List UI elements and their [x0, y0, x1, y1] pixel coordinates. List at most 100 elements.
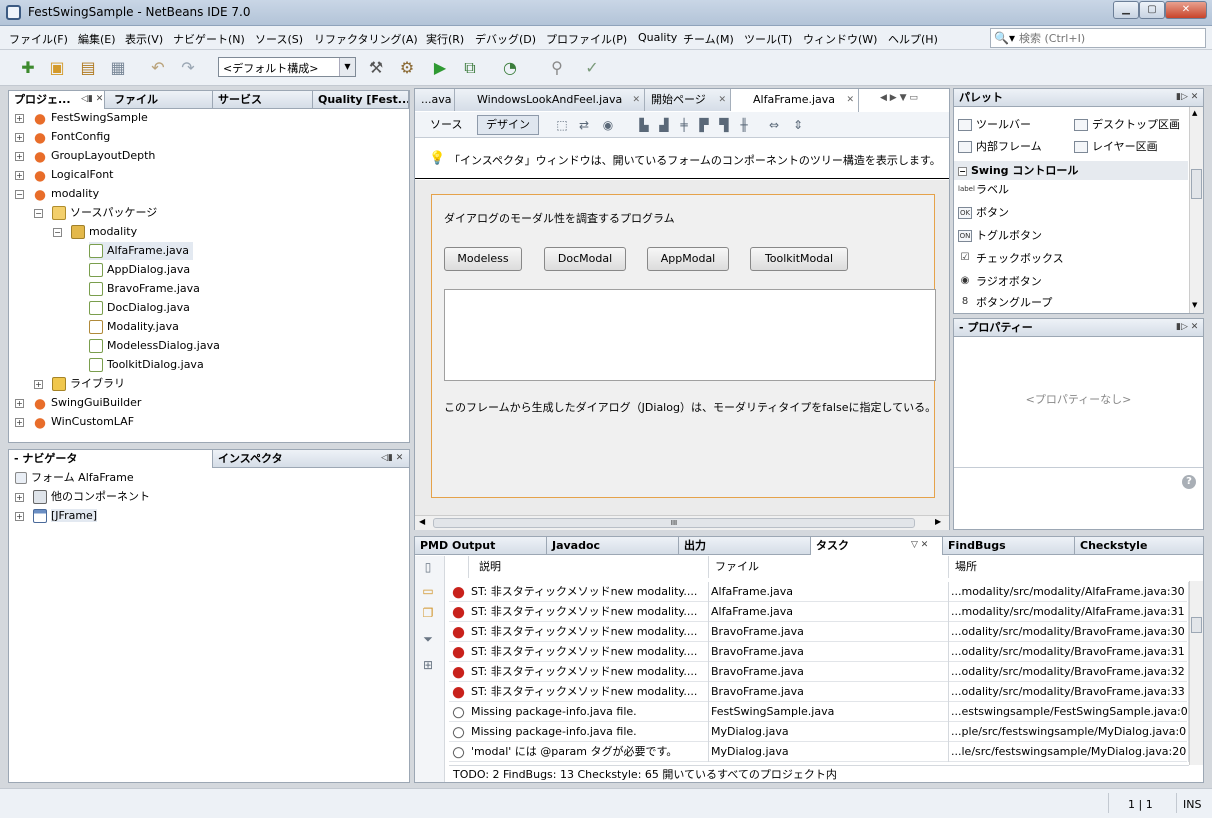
- run-icon[interactable]: ▶: [428, 56, 452, 80]
- minimize-icon[interactable]: ▮▷ ✕: [1176, 92, 1198, 102]
- tree-item-festswingsample[interactable]: + FestSwingSample: [15, 109, 148, 127]
- editor-tab-windowslookandfeel[interactable]: WindowsLookAndFeel.java ✕: [455, 89, 645, 111]
- scroll-down-icon[interactable]: ▼: [1192, 301, 1197, 309]
- folders-icon[interactable]: ❐: [419, 606, 437, 622]
- nav-jframe[interactable]: + [JFrame]: [15, 507, 98, 525]
- undo-icon[interactable]: ↶: [146, 56, 170, 80]
- connection-mode-icon[interactable]: ⇄: [575, 116, 593, 134]
- table-row[interactable]: Missing package-info.java file. FestSwing…: [449, 702, 1189, 722]
- document-icon[interactable]: ▯: [419, 560, 437, 576]
- save-all-icon[interactable]: ▦: [106, 56, 130, 80]
- editor-tab-start-page[interactable]: 開始ページ ✕: [645, 89, 731, 111]
- tree-item-grouplayoutdepth[interactable]: + GroupLayoutDepth: [15, 147, 155, 165]
- source-mode-button[interactable]: ソース: [421, 115, 471, 135]
- tree-item-wincustomlaf[interactable]: + WinCustomLAF: [15, 413, 134, 431]
- tree-item-modality[interactable]: − modality: [15, 185, 99, 203]
- nav-form-alfaframe[interactable]: フォーム AlfaFrame: [15, 469, 134, 487]
- folder-filter-icon[interactable]: ▭: [419, 584, 437, 600]
- menu-view[interactable]: 表示(V): [125, 31, 163, 47]
- new-project-icon[interactable]: ▣: [45, 56, 69, 80]
- maximize-button[interactable]: ▢: [1139, 1, 1165, 19]
- group-by-icon[interactable]: ⊞: [419, 658, 437, 674]
- close-tab-icon[interactable]: ✕: [632, 89, 640, 111]
- scrollbar-thumb[interactable]: [1191, 169, 1202, 199]
- menu-quality[interactable]: Quality: [638, 31, 677, 44]
- minimize-icon[interactable]: ▮▷ ✕: [1176, 322, 1198, 332]
- tree-item-package-modality[interactable]: − modality: [53, 223, 137, 241]
- tree-item-appdialog[interactable]: AppDialog.java: [89, 261, 190, 279]
- menu-refactor[interactable]: リファクタリング(A): [314, 31, 418, 47]
- scrollbar-thumb[interactable]: [1191, 617, 1202, 633]
- scrollbar-thumb[interactable]: III: [433, 518, 915, 528]
- tree-item-alfaframe[interactable]: AlfaFrame.java: [89, 242, 194, 260]
- menu-edit[interactable]: 編集(E): [78, 31, 116, 47]
- align-left-icon[interactable]: ▙: [635, 116, 653, 134]
- build-hammer-icon[interactable]: ⚒: [364, 56, 388, 80]
- menu-help[interactable]: ヘルプ(H): [888, 31, 938, 47]
- palette-item-checkbox[interactable]: ☑ チェックボックス: [958, 249, 1064, 269]
- table-row[interactable]: Missing package-info.java file. MyDialog.…: [449, 722, 1189, 742]
- palette-item-button-group[interactable]: 8 ボタングループ: [958, 293, 1053, 313]
- filter-icon[interactable]: ⏷: [419, 632, 437, 648]
- tab-checkstyle[interactable]: Checkstyle: [1075, 537, 1203, 555]
- tab-quality[interactable]: Quality [Fest...: [313, 91, 409, 109]
- align-bottom-icon[interactable]: ▜: [715, 116, 733, 134]
- minimize-icon[interactable]: ◁▮ ✕: [81, 94, 103, 104]
- selection-mode-icon[interactable]: ⬚: [553, 116, 571, 134]
- table-header-description[interactable]: 説明: [469, 556, 709, 578]
- toolkitmodal-button[interactable]: ToolkitModal: [750, 247, 848, 271]
- menu-file[interactable]: ファイル(F): [9, 31, 68, 47]
- palette-item-desktop-pane[interactable]: デスクトップ区画: [1074, 115, 1180, 135]
- tab-pmd-output[interactable]: PMD Output: [415, 537, 547, 555]
- tab-files[interactable]: ファイル: [109, 91, 213, 109]
- tree-item-logicalfont[interactable]: + LogicalFont: [15, 166, 114, 184]
- palette-item-toolbar[interactable]: ツールバー: [958, 115, 1031, 135]
- palette-item-internal-frame[interactable]: 内部フレーム: [958, 137, 1042, 157]
- preview-icon[interactable]: ◉: [599, 116, 617, 134]
- menu-window[interactable]: ウィンドウ(W): [803, 31, 877, 47]
- scroll-up-icon[interactable]: ▲: [1192, 109, 1197, 117]
- menu-navigate[interactable]: ナビゲート(N): [173, 31, 245, 47]
- editor-tab-ava[interactable]: ...ava: [415, 89, 455, 111]
- table-row[interactable]: 'modal' には @param タグが必要です。 MyDialog.java.…: [449, 742, 1189, 762]
- menu-source[interactable]: ソース(S): [255, 31, 303, 47]
- palette-item-button[interactable]: OK ボタン: [958, 203, 1009, 223]
- resize-horizontal-icon[interactable]: ⇔: [765, 116, 783, 134]
- nav-other-components[interactable]: + 他のコンポーネント: [15, 488, 150, 506]
- menu-profile[interactable]: プロファイル(P): [546, 31, 627, 47]
- debug-icon[interactable]: ⧉: [458, 56, 482, 80]
- design-mode-button[interactable]: デザイン: [477, 115, 539, 135]
- open-project-icon[interactable]: ▤: [76, 56, 100, 80]
- appmodal-button[interactable]: AppModal: [647, 247, 729, 271]
- table-row[interactable]: ST: 非スタティックメソッドnew modality.... BravoFram…: [449, 662, 1189, 682]
- tab-services[interactable]: サービス: [213, 91, 313, 109]
- profile-icon[interactable]: ◔: [498, 56, 522, 80]
- clean-build-icon[interactable]: ⚙: [395, 56, 419, 80]
- tab-findbugs[interactable]: FindBugs: [943, 537, 1075, 555]
- redo-icon[interactable]: ↷: [176, 56, 200, 80]
- tree-item-fontconfig[interactable]: + FontConfig: [15, 128, 110, 146]
- palette-item-layered-pane[interactable]: レイヤー区画: [1074, 137, 1158, 157]
- table-row[interactable]: ST: 非スタティックメソッドnew modality.... AlfaFrame…: [449, 602, 1189, 622]
- table-row[interactable]: ST: 非スタティックメソッドnew modality.... BravoFram…: [449, 642, 1189, 662]
- new-file-icon[interactable]: ✚: [16, 56, 40, 80]
- search-input[interactable]: [1019, 31, 1199, 45]
- tree-item-modelessdialog[interactable]: ModelessDialog.java: [89, 337, 220, 355]
- form-alfaframe[interactable]: ダイアログのモーダル性を調査するプログラム Modeless DocModal …: [431, 194, 936, 498]
- palette-item-toggle-button[interactable]: ON トグルボタン: [958, 226, 1042, 246]
- close-tab-icon[interactable]: ✕: [718, 89, 726, 111]
- minimize-icon[interactable]: ▽ ✕: [911, 540, 928, 550]
- tree-item-docdialog[interactable]: DocDialog.java: [89, 299, 190, 317]
- scroll-left-icon[interactable]: ◀: [419, 517, 425, 526]
- tree-item-modality-java[interactable]: Modality.java: [89, 318, 179, 336]
- modeless-button[interactable]: Modeless: [444, 247, 522, 271]
- tree-item-libraries[interactable]: + ライブラリ: [34, 375, 125, 393]
- tree-item-bravoframe[interactable]: BravoFrame.java: [89, 280, 200, 298]
- tab-navigator[interactable]: - ナビゲータ: [9, 450, 213, 468]
- menu-tools[interactable]: ツール(T): [744, 31, 792, 47]
- palette-scrollbar[interactable]: ▲ ▼: [1189, 107, 1203, 313]
- table-row[interactable]: ST: 非スタティックメソッドnew modality.... BravoFram…: [449, 622, 1189, 642]
- tasks-scrollbar[interactable]: [1189, 581, 1203, 765]
- tree-item-source-packages[interactable]: − ソースパッケージ: [34, 204, 157, 222]
- table-row[interactable]: ST: 非スタティックメソッドnew modality.... BravoFram…: [449, 682, 1189, 702]
